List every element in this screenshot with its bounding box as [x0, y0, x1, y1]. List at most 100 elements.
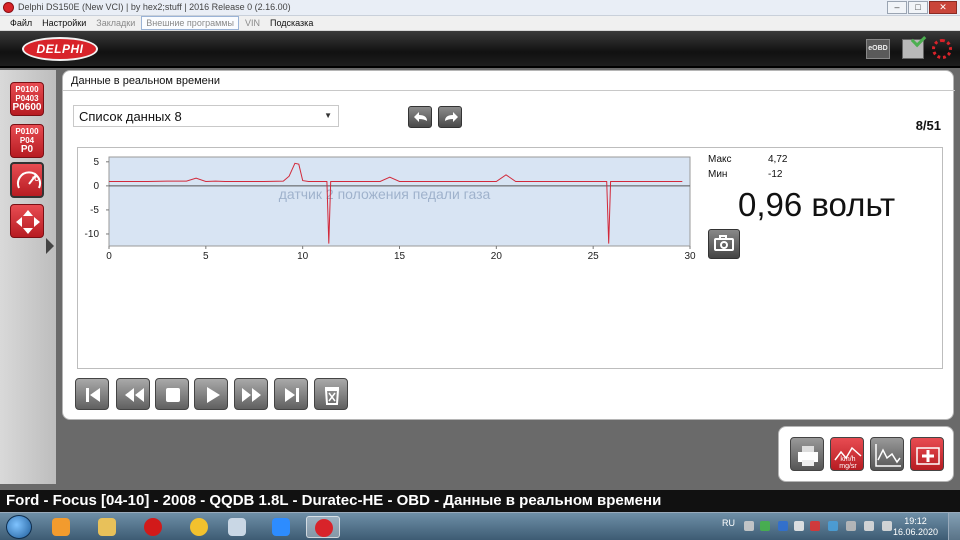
- actuator-test-button[interactable]: [10, 204, 44, 238]
- dtc-code: P0100: [15, 85, 39, 94]
- taskbar-calculator[interactable]: [220, 516, 254, 538]
- print-button[interactable]: [790, 437, 824, 471]
- x-tick-label: 25: [588, 251, 600, 262]
- dtc-erase-icon: P0100 P04 P0: [11, 125, 43, 155]
- tools-panel: km/h mg/sr: [778, 426, 954, 482]
- printer-icon: [798, 446, 818, 466]
- fast-forward-button[interactable]: [234, 378, 268, 410]
- rewind-button[interactable]: [116, 378, 150, 410]
- delphi-logo: DELPHI: [22, 37, 98, 61]
- panel-title: Данные в реальном времени: [71, 75, 220, 87]
- y-tick-label: -5: [90, 205, 99, 216]
- read-dtc-button[interactable]: P0100 P0403 P0600: [10, 82, 44, 116]
- taskbar-explorer[interactable]: [90, 516, 124, 538]
- opera-icon: [144, 518, 162, 536]
- clear-dtc-button[interactable]: P0100 P04 P0: [10, 124, 44, 158]
- delete-recording-button[interactable]: [314, 378, 348, 410]
- current-value: 0,96 вольт: [738, 186, 896, 223]
- close-button[interactable]: ✕: [929, 1, 957, 14]
- vehicle-status-bar: Ford - Focus [04-10] - 2008 - QQDB 1.8L …: [0, 490, 960, 512]
- chart-title: датчик 2 положения педали газа: [279, 186, 491, 202]
- page-counter: 8/51: [915, 118, 941, 133]
- dtc-code: P0: [20, 144, 34, 155]
- network-icon[interactable]: [864, 521, 874, 531]
- trash-icon: [324, 387, 340, 405]
- x-tick-label: 15: [394, 251, 406, 262]
- bluetooth-icon[interactable]: [778, 521, 788, 531]
- dtc-code: P0600: [12, 102, 42, 113]
- delphi-app-icon: [315, 519, 333, 537]
- line-chart[interactable]: датчик 2 положения педали газа 5 0 -5 -10 0 5 1…: [78, 148, 944, 370]
- taskbar-media-player[interactable]: [44, 516, 78, 538]
- first-record-button[interactable]: [75, 378, 109, 410]
- min-label: Мин: [708, 169, 728, 180]
- windows-taskbar: RU 19:12 16.06.2020: [0, 512, 960, 540]
- stop-icon: [166, 388, 180, 402]
- live-data-button[interactable]: °C: [10, 162, 44, 198]
- play-icon: [207, 387, 220, 403]
- calculator-icon: [228, 518, 246, 536]
- parameter-chart-box: датчик 2 положения педали газа 5 0 -5 -10 0 5 1…: [77, 147, 943, 369]
- menu-bookmarks[interactable]: Закладки: [92, 17, 139, 29]
- taskbar-delphi[interactable]: [306, 516, 340, 538]
- y-tick-label: 5: [93, 157, 99, 168]
- window-controls: – □ ✕: [887, 1, 957, 14]
- units-button[interactable]: km/h mg/sr: [830, 437, 864, 471]
- flag-icon[interactable]: [794, 521, 804, 531]
- app-icon: [3, 2, 14, 13]
- language-indicator[interactable]: RU: [722, 518, 735, 528]
- play-button[interactable]: [194, 378, 228, 410]
- fast-forward-icon: [242, 388, 261, 402]
- show-desktop-button[interactable]: [948, 513, 960, 540]
- live-data-panel: Данные в реальном времени Список данных …: [62, 70, 955, 420]
- tray-arrow-icon[interactable]: [744, 521, 754, 531]
- tray-app-icon[interactable]: [828, 521, 838, 531]
- previous-list-button[interactable]: [408, 106, 432, 128]
- taskbar-zoom[interactable]: [264, 516, 298, 538]
- max-value: 4,72: [768, 154, 788, 165]
- vci-connected-icon[interactable]: [902, 39, 924, 59]
- add-parameter-button[interactable]: [910, 437, 944, 471]
- graph-view-button[interactable]: [870, 437, 904, 471]
- curved-arrow-right-icon: [445, 112, 458, 122]
- eobd-icon[interactable]: eOBD: [866, 39, 890, 59]
- menu-external-programs[interactable]: Внешние программы: [141, 16, 239, 30]
- maximize-button[interactable]: □: [908, 1, 928, 14]
- x-tick-label: 20: [491, 251, 503, 262]
- folder-icon: [98, 518, 116, 536]
- clock-date: 16.06.2020: [892, 527, 938, 537]
- add-icon: [916, 447, 940, 465]
- zoom-icon: [272, 518, 290, 536]
- security-icon[interactable]: [810, 521, 820, 531]
- volume-icon[interactable]: [882, 521, 892, 531]
- x-tick-label: 30: [684, 251, 696, 262]
- connection-spinner-icon: [932, 39, 952, 59]
- menu-settings[interactable]: Настройки: [38, 17, 90, 29]
- x-tick-label: 10: [297, 251, 309, 262]
- next-list-button[interactable]: [438, 106, 462, 128]
- taskbar-app[interactable]: [182, 516, 216, 538]
- download-icon[interactable]: [760, 521, 770, 531]
- usb-icon[interactable]: [846, 521, 856, 531]
- menu-vin[interactable]: VIN: [241, 17, 264, 29]
- skip-to-start-icon: [86, 388, 100, 402]
- snapshot-button[interactable]: [708, 229, 740, 259]
- menu-file[interactable]: Файл: [6, 17, 36, 29]
- stop-button[interactable]: [155, 378, 189, 410]
- clock-time: 19:12: [904, 516, 927, 526]
- data-list-select-value: Список данных 8: [79, 109, 182, 124]
- min-value: -12: [768, 169, 783, 180]
- line-graph-icon: [875, 444, 901, 467]
- data-list-select[interactable]: Список данных 8 ▼: [73, 105, 339, 127]
- menu-help[interactable]: Подсказка: [266, 17, 317, 29]
- last-record-button[interactable]: [274, 378, 308, 410]
- divider: [63, 90, 955, 91]
- gauge-icon: °C: [17, 171, 41, 189]
- minimize-button[interactable]: –: [887, 1, 907, 14]
- start-button[interactable]: [6, 515, 32, 539]
- title-bar: Delphi DS150E (New VCI) | by hex2;stuff …: [0, 0, 960, 16]
- taskbar-opera[interactable]: [136, 516, 170, 538]
- system-clock[interactable]: 19:12 16.06.2020: [893, 516, 938, 538]
- dtc-code: P0100: [15, 127, 39, 136]
- curved-arrow-left-icon: [414, 112, 427, 122]
